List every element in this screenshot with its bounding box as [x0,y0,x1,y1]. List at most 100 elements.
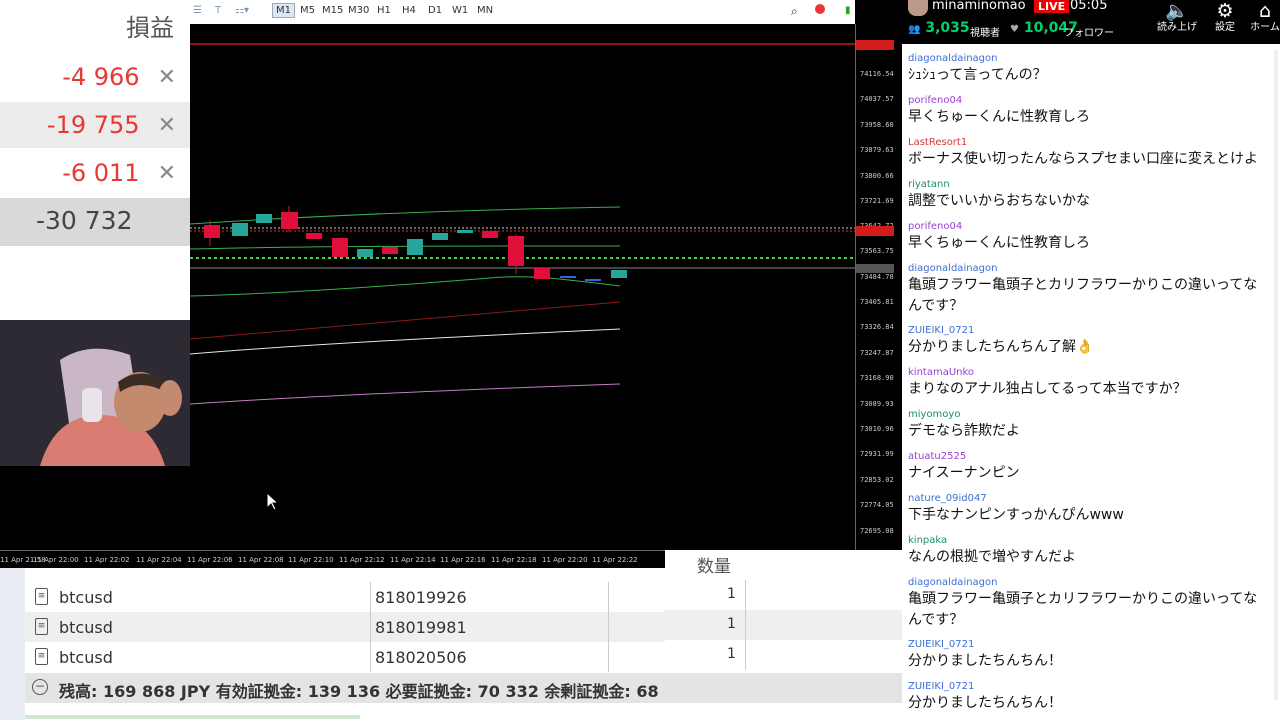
table-row[interactable]: ≡ btcusd 818020506 [25,642,665,672]
chat-text: 早くちゅーくんに性教育しろ [908,235,1090,251]
quantity-cell: 1 [665,580,902,610]
bars-icon[interactable]: ☰ [190,4,205,17]
collapse-icon[interactable]: − [32,679,48,695]
price-label: 73958.60 [860,121,894,129]
order-ticket: 818019981 [375,618,467,637]
stream-elapsed-time: 05:05 [1070,0,1108,13]
time-label: 11 Apr 22:18 [491,556,537,564]
mouse-cursor-icon [267,493,279,511]
chat-username[interactable]: kintamaUnko [908,366,1258,379]
order-symbol: btcusd [59,648,113,667]
chat-username[interactable]: ZUIEIKI_0721 [908,680,1258,693]
indicator-upper-band [189,206,621,225]
chat-username[interactable]: nature_09id047 [908,492,1258,505]
gear-icon: ⚙ [1216,0,1234,22]
quantity-value: 1 [727,646,736,662]
close-position-button[interactable]: ✕ [158,113,176,138]
profit-total: -30 732 [36,206,133,235]
timeframe-m30[interactable]: M30 [345,4,372,17]
price-label: 73563.75 [860,247,894,255]
chat-message: kintamaUnko まりなのアナル独占してるって本当ですか？ [908,366,1258,400]
chat-text: デモなら詐欺だよ [908,423,1020,439]
horizontal-scrollbar[interactable] [25,715,360,719]
price-label: 73168.90 [860,374,894,382]
chart-toolbar: ☰ T ⚏▾ M1 M5 M15 M30 H1 H4 D1 W1 MN ⌕ ▮ [190,0,855,25]
chat-username[interactable]: miyomoyo [908,408,1258,421]
quantity-cell: 1 [665,610,902,640]
follower-icon: ♥ [1010,24,1019,35]
price-label: 72853.02 [860,476,894,484]
shapes-icon[interactable]: ⚏▾ [232,4,252,17]
chat-username[interactable]: LastResort1 [908,136,1258,149]
time-label: 11 Apr 22:00 [33,556,79,564]
chat-username[interactable]: ZUIEIKI_0721 [908,638,1258,651]
time-label: 11 Apr 22:04 [136,556,182,564]
chat-username[interactable]: diagonaldainagon [908,262,1258,275]
chat-username[interactable]: riyatann [908,178,1258,191]
column-divider [370,582,371,612]
timeframe-w1[interactable]: W1 [449,4,471,17]
profit-panel: 損益 -4 966 ✕ -19 755 ✕ -6 011 ✕ -30 732 [0,0,190,320]
timeframe-m1[interactable]: M1 [272,3,295,18]
moving-average-purple [189,383,621,405]
chat-scrollbar[interactable] [1274,50,1278,700]
close-position-button[interactable]: ✕ [158,65,176,90]
speaker-icon: 🔈 [1165,0,1189,22]
ask-price-marker [856,226,894,236]
price-label: 73326.84 [860,323,894,331]
notifications-icon[interactable] [812,3,828,18]
home-button[interactable]: ⌂ ホーム [1245,0,1280,44]
chat-username[interactable]: porifeno04 [908,220,1258,233]
timeframe-d1[interactable]: D1 [425,4,445,17]
timeframe-h4[interactable]: H4 [399,4,419,17]
close-position-button[interactable]: ✕ [158,161,176,186]
chat-message: diagonaldainagon 亀頭フラワー亀頭子とカリフラワーかりこの違いっ… [908,262,1258,317]
timeframe-h1[interactable]: H1 [374,4,394,17]
timeframe-m5[interactable]: M5 [297,4,318,17]
quantity-header: 数量 [697,557,731,577]
timeframe-m15[interactable]: M15 [319,4,346,17]
price-label: 73800.66 [860,172,894,180]
chat-message: atuatu2525 ナイスーナンピン [908,450,1258,484]
profit-row: -6 011 ✕ [0,150,190,196]
timeframe-mn[interactable]: MN [474,4,496,17]
chat-message: ZUIEIKI_0721 分かりましたちんちん！ [908,638,1258,672]
time-label: 11 Apr 22:10 [288,556,334,564]
live-chat-panel: minaminomao LIVE 05:05 👥 3,035 視聴者 ♥ 10,… [902,0,1280,720]
profit-title: 損益 [126,14,174,42]
chat-message: riyatann 調整でいいからおちないかな [908,178,1258,212]
settings-button[interactable]: ⚙ 設定 [1205,0,1245,44]
profit-total-row: -30 732 [0,198,190,246]
time-label: 11 Apr 22:06 [187,556,233,564]
chat-text: 亀頭フラワー亀頭子とカリフラワーかりこの違いってなんです？ [908,591,1258,628]
chat-username[interactable]: porifeno04 [908,94,1258,107]
table-row[interactable]: ≡ btcusd 818019926 [25,582,665,612]
chat-username[interactable]: kinpaka [908,534,1258,547]
price-label: 73484.78 [860,273,894,281]
chat-message: porifeno04 早くちゅーくんに性教育しろ [908,220,1258,254]
viewers-icon: 👥 [908,24,921,35]
table-footer [25,703,665,720]
indicator-middle-band [189,245,621,250]
price-label: 73089.93 [860,400,894,408]
chat-message: kinpaka なんの根拠で増やすんだよ [908,534,1258,568]
document-icon: ≡ [35,588,48,605]
chat-text: 分かりましたちんちん！ [908,695,1062,711]
chat-username[interactable]: atuatu2525 [908,450,1258,463]
price-label: 72695.08 [860,527,894,535]
column-divider [608,582,609,612]
chat-username[interactable]: diagonaldainagon [908,52,1258,65]
chat-username[interactable]: diagonaldainagon [908,576,1258,589]
chat-username[interactable]: ZUIEIKI_0721 [908,324,1258,337]
live-badge: LIVE [1034,0,1070,13]
avatar[interactable] [908,0,928,16]
read-aloud-button[interactable]: 🔈 読み上げ [1157,0,1197,44]
order-ticket: 818020506 [375,648,467,667]
text-tool-icon[interactable]: T [212,4,224,17]
streamer-name[interactable]: minaminomao [932,0,1026,13]
viewer-label: 視聴者 [970,28,1000,39]
price-axis: 74116.54 74037.57 73958.60 73879.63 7380… [855,24,903,550]
search-icon[interactable]: ⌕ [788,3,801,20]
price-chart[interactable] [189,24,855,550]
table-row[interactable]: ≡ btcusd 818019981 [25,612,665,642]
